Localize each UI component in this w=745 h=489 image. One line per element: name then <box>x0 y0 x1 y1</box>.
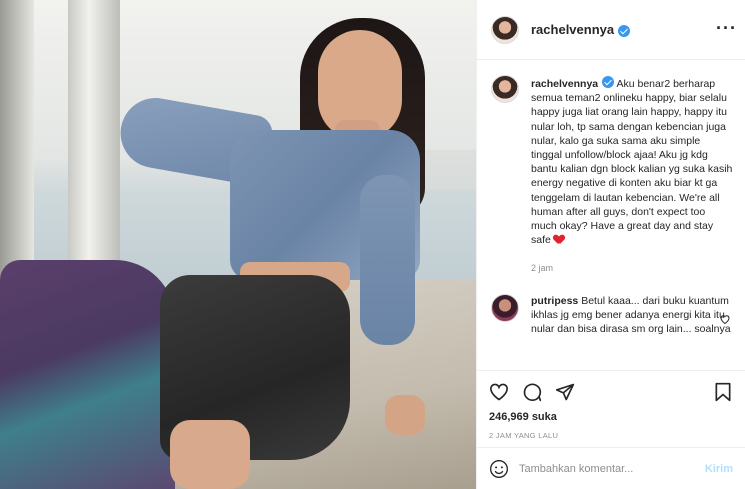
caption-time[interactable]: 2 jam <box>531 261 733 275</box>
like-count[interactable]: 246,969 suka <box>489 411 733 423</box>
verified-badge-icon <box>602 76 615 88</box>
author-username[interactable]: rachelvennya <box>531 22 614 37</box>
comment-input[interactable]: Tambahkan komentar... <box>519 463 705 475</box>
add-comment-bar: Tambahkan komentar... Kirim <box>477 447 745 489</box>
hand <box>385 395 425 435</box>
verified-badge-icon <box>618 24 631 37</box>
post-timestamp[interactable]: 2 JAM YANG LALU <box>489 431 733 440</box>
red-heart-emoji-icon <box>554 235 564 244</box>
comment-like-heart-icon[interactable] <box>719 313 731 325</box>
commenter-avatar[interactable] <box>491 293 519 322</box>
heart-icon[interactable] <box>489 382 509 402</box>
towel <box>0 260 175 489</box>
boat-railing <box>0 0 34 300</box>
share-icon[interactable] <box>555 382 575 402</box>
post-actions: 246,969 suka 2 JAM YANG LALU <box>477 370 745 446</box>
commenter-username[interactable]: putripess <box>531 295 578 307</box>
post-photo[interactable] <box>0 0 476 489</box>
caption-comment: rachelvennya Aku benar2 berharap semua t… <box>491 75 733 276</box>
right-sleeve <box>360 175 415 345</box>
comments-panel[interactable]: rachelvennya Aku benar2 berharap semua t… <box>477 61 745 369</box>
bookmark-icon[interactable] <box>713 382 733 402</box>
more-options-icon[interactable]: ··· <box>716 18 737 39</box>
post-comment-button[interactable]: Kirim <box>705 463 733 475</box>
emoji-icon[interactable] <box>489 459 509 479</box>
list-item: putripess Betul kaaa... dari buku kuantu… <box>491 293 733 337</box>
leg <box>170 420 250 489</box>
author-avatar[interactable] <box>491 15 519 44</box>
comment-icon[interactable] <box>522 382 542 402</box>
caption-text: Aku benar2 berharap semua teman2 onlinek… <box>531 78 733 247</box>
author-avatar-small[interactable] <box>491 75 519 103</box>
caption-username[interactable]: rachelvennya <box>531 78 598 90</box>
post-header: rachelvennya ··· <box>477 0 745 60</box>
